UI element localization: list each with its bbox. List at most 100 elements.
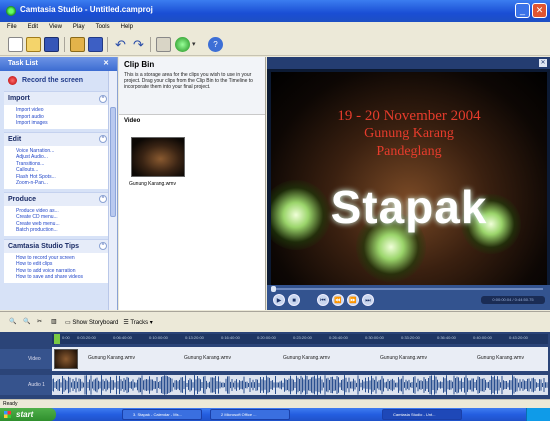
chevron-up-icon[interactable]: ⌃ [99,242,107,250]
clip-bin-description: This is a storage area for the clips you… [124,72,253,90]
playhead[interactable] [54,334,60,344]
zoom-out-icon[interactable]: 🔍 [23,318,32,327]
timecode-display: 0:00:00:04 / 0:44:50.75 [481,296,545,304]
menu-edit[interactable]: Edit [28,22,38,33]
taskbar-item[interactable]: 3. Stapak - Calendar - Ms... [122,409,202,420]
new-project-icon[interactable] [8,37,23,52]
video-track[interactable]: Gunung Karang.wmv Gunung Karang.wmv Gunu… [52,347,548,371]
audio-waveform [52,375,548,395]
view-icon[interactable] [156,37,171,52]
video-text-city: Pandeglang [376,144,442,159]
help-icon[interactable]: ? [208,37,223,52]
start-label: start [16,410,34,419]
taskbar-item-active[interactable]: Camtasia Studio - Unt... [382,409,462,420]
close-icon[interactable]: ✕ [103,57,109,71]
minimize-button[interactable]: _ [515,3,530,18]
link-tip-share[interactable]: How to save and share videos [16,274,111,281]
ruler-tick: 0:33:20:00 [401,335,420,340]
jump-start-icon[interactable]: ⏮ [317,294,329,306]
video-frame[interactable]: 19 - 20 November 2004 Gunung Karang Pand… [271,72,547,285]
split-icon[interactable]: ▥ [51,318,60,327]
start-button[interactable]: start [0,408,56,421]
section-title: Produce [8,195,37,203]
save-icon[interactable] [44,37,59,52]
timeline-clip-label: Gunung Karang.wmv [88,355,135,361]
link-batch-production[interactable]: Batch production... [16,227,111,234]
video-text-date: 19 - 20 November 2004 [337,108,481,124]
section-tips: Camtasia Studio Tips ⌃ How to record you… [4,238,111,283]
ruler-tick: 0:36:40:00 [437,335,456,340]
taskbar-item[interactable]: 2 Microsoft Office ... [210,409,290,420]
record-green-icon[interactable] [175,37,190,52]
chevron-up-icon[interactable]: ⌃ [99,135,107,143]
menu-tools[interactable]: Tools [96,22,110,33]
task-list-scrollbar[interactable] [108,71,117,310]
video-text-location: Gunung Karang [364,126,454,141]
time-ruler[interactable]: 0:00 0:03:20:00 0:06:40:00 0:10:00:00 0:… [52,334,548,344]
play-icon[interactable]: ▶ [273,294,285,306]
redo-icon[interactable]: ↷ [131,37,146,52]
timeline-clip-label: Gunung Karang.wmv [477,355,524,361]
camtasia-app-icon [6,6,16,16]
link-import-images[interactable]: Import images [16,120,111,127]
undo-icon[interactable]: ↶ [113,37,128,52]
cut-icon[interactable]: ✂ [37,318,46,327]
menu-help[interactable]: Help [121,22,133,33]
tracks-button[interactable]: ☰ Tracks ▾ [123,319,152,326]
record-label: Record the screen [22,76,84,84]
audio-track[interactable] [52,375,548,395]
ruler-tick: 0:43:20:00 [509,335,528,340]
show-storyboard-label: Show Storyboard [72,319,119,326]
ruler-tick: 0:00 [62,335,70,340]
ruler-tick: 0:13:20:00 [185,335,204,340]
chevron-up-icon[interactable]: ⌃ [99,195,107,203]
chevron-up-icon[interactable]: ⌃ [99,94,107,103]
section-edit: Edit ⌃ Voice Narration... Adjust Audio..… [4,131,111,189]
clip-bin-panel: Clip Bin This is a storage area for the … [119,57,266,310]
section-header[interactable]: Produce ⌃ [4,192,111,206]
ruler-tick: 0:30:00:00 [365,335,384,340]
seek-slider[interactable] [273,288,543,290]
clip-name[interactable]: Gunung Karang.wmv [129,181,176,187]
show-storyboard-button[interactable]: ▭ Show Storyboard [65,319,118,326]
menu-file[interactable]: File [7,22,17,33]
windows-logo-icon [4,411,11,418]
link-zoom-n-pan[interactable]: Zoom-n-Pan... [16,180,111,187]
section-header[interactable]: Camtasia Studio Tips ⌃ [4,239,111,253]
audio-track-label: Audio 1 [0,375,52,395]
window-title: Camtasia Studio - Untitled.camproj [20,5,153,14]
seek-handle[interactable] [271,286,276,292]
ruler-tick: 0:10:00:00 [149,335,168,340]
ruler-tick: 0:16:40:00 [221,335,240,340]
zoom-in-icon[interactable]: 🔍 [9,318,18,327]
chevron-down-icon[interactable]: ▾ [192,37,200,52]
video-track-label: Video [0,349,52,369]
system-tray [526,408,550,421]
toolbar-separator [64,37,65,52]
video-section-label: Video [124,118,141,124]
timeline-clip-thumbnail [54,349,78,369]
main-toolbar: ↶ ↷ ▾ ? [0,33,550,56]
record-the-screen-link[interactable]: Record the screen [0,71,117,89]
rewind-icon[interactable]: ⏪ [332,294,344,306]
clip-thumbnail[interactable] [131,137,185,177]
clip-bin-header: Clip Bin This is a storage area for the … [119,57,265,115]
section-header[interactable]: Edit ⌃ [4,132,111,146]
menu-view[interactable]: View [49,22,62,33]
open-project-icon[interactable] [26,37,41,52]
scrollbar-thumb[interactable] [110,107,116,217]
task-list-title: Task List [8,60,38,67]
menu-play[interactable]: Play [73,22,85,33]
fast-forward-icon[interactable]: ⏩ [347,294,359,306]
section-header[interactable]: Import ⌃ [4,92,111,105]
import-icon[interactable] [70,37,85,52]
task-list-header: Task List ✕ [0,57,117,71]
jump-end-icon[interactable]: ⏭ [362,294,374,306]
stop-icon[interactable]: ■ [288,294,300,306]
tracks-label: Tracks [130,319,149,326]
close-icon[interactable]: ✕ [539,59,547,67]
task-list-panel: Task List ✕ Record the screen Import ⌃ I… [0,57,118,310]
toolbar-separator [107,37,108,52]
produce-icon[interactable] [88,37,103,52]
close-button[interactable]: ✕ [532,3,547,18]
